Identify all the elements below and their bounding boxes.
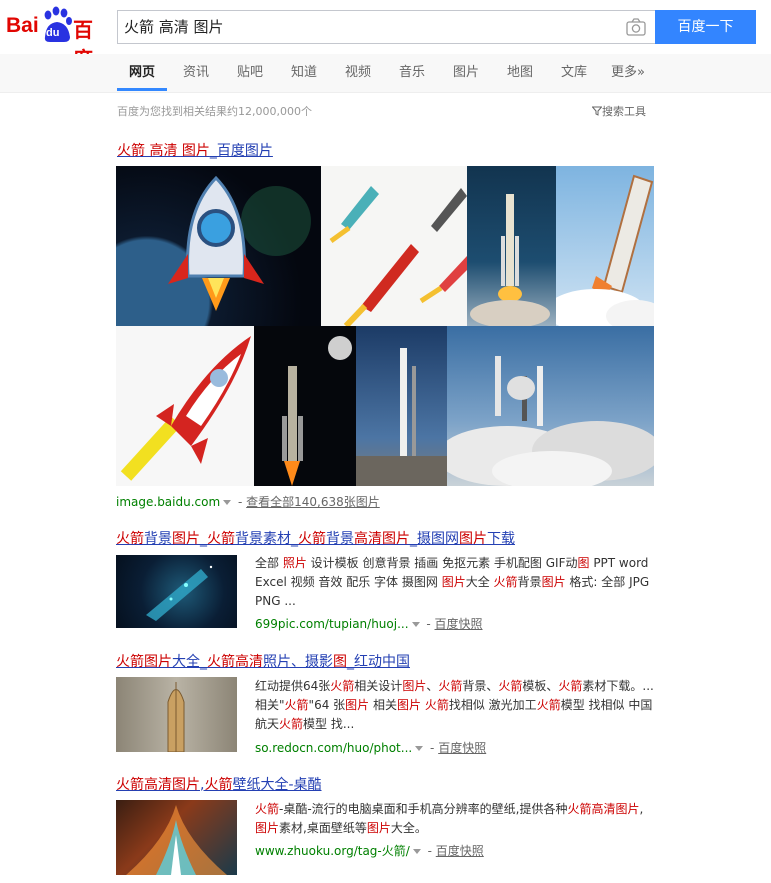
search-box	[117, 10, 655, 44]
result-url-line: 699pic.com/tupian/huoj... - 百度快照	[255, 617, 483, 631]
tab-wenku[interactable]: 文库	[561, 54, 587, 92]
result-url: 699pic.com/tupian/huoj...	[255, 617, 409, 631]
result-title[interactable]: 火箭图片大全_火箭高清照片、摄影图_红动中国	[116, 651, 410, 671]
search-tools[interactable]: 搜索工具	[591, 103, 646, 119]
result-snippet: 红动提供64张火箭相关设计图片、火箭背景、火箭模板、火箭素材下载。... 相关"…	[255, 679, 654, 731]
gallery-image[interactable]	[447, 326, 654, 486]
result-thumbnail[interactable]	[116, 800, 237, 875]
logo-du: du	[46, 27, 60, 39]
tab-web[interactable]: 网页	[129, 54, 155, 92]
rocket-icon	[168, 175, 311, 311]
rocket-icon	[356, 348, 447, 486]
gallery-image[interactable]	[356, 326, 447, 486]
image-source: image.baidu.com - 查看全部140,638张图片	[116, 495, 380, 509]
baidu-logo[interactable]: Bai du 百度	[6, 6, 108, 71]
rocket-icon	[447, 356, 654, 486]
gallery-image[interactable]	[116, 166, 321, 326]
tab-news[interactable]: 资讯	[183, 54, 209, 92]
tab-music[interactable]: 音乐	[399, 54, 425, 92]
view-all-images-link[interactable]: 查看全部140,638张图片	[246, 495, 380, 509]
result-url: www.zhuoku.org/tag-火箭/	[255, 844, 410, 858]
gallery-image[interactable]	[116, 326, 254, 486]
rocket-icon	[167, 682, 185, 752]
cache-link[interactable]: 百度快照	[436, 844, 484, 858]
search-button[interactable]: 百度一下	[655, 10, 756, 44]
logo-bai: Bai	[6, 14, 39, 37]
rocket-icon	[120, 336, 251, 481]
cache-link[interactable]: 百度快照	[435, 617, 483, 631]
active-tab-indicator	[117, 88, 167, 91]
rocket-icon	[470, 194, 550, 326]
dropdown-arrow-icon[interactable]	[415, 746, 424, 751]
rocket-icon	[282, 336, 352, 486]
rocket-icon	[126, 805, 227, 875]
paw-icon	[44, 6, 72, 42]
rocket-icon	[556, 174, 654, 326]
result-url: so.redocn.com/huo/phot...	[255, 741, 413, 755]
source-url: image.baidu.com	[116, 495, 221, 509]
result-snippet: 火箭-桌酷-流行的电脑桌面和手机高分辨率的壁纸,提供各种火箭高清图片,图片素材,…	[255, 802, 644, 835]
dropdown-arrow-icon[interactable]	[412, 849, 421, 854]
result-title[interactable]: 火箭高清图片,火箭壁纸大全-桌酷	[116, 774, 322, 794]
gallery-image[interactable]	[254, 326, 356, 486]
tab-video[interactable]: 视频	[345, 54, 371, 92]
gallery-image[interactable]	[467, 166, 556, 326]
rocket-icon	[329, 186, 467, 326]
header: Bai du 百度 百度一下	[0, 0, 771, 71]
tab-images[interactable]: 图片	[453, 54, 479, 92]
result-title[interactable]: 火箭背景图片_火箭背景素材_火箭背景高清图片_摄图网图片下载	[116, 528, 515, 548]
camera-icon[interactable]	[626, 18, 646, 36]
tab-tieba[interactable]: 贴吧	[237, 54, 263, 92]
tab-map[interactable]: 地图	[507, 54, 533, 92]
tab-more[interactable]: 更多»	[611, 54, 645, 92]
result-url-line: so.redocn.com/huo/phot... - 百度快照	[255, 741, 487, 755]
cache-link[interactable]: 百度快照	[438, 741, 486, 755]
result-thumbnail[interactable]	[116, 555, 237, 628]
filter-icon	[591, 106, 603, 116]
dropdown-arrow-icon[interactable]	[411, 622, 420, 627]
search-tools-label: 搜索工具	[602, 105, 646, 118]
gallery-image[interactable]	[321, 166, 467, 326]
result-url-line: www.zhuoku.org/tag-火箭/ - 百度快照	[255, 844, 484, 858]
search-input[interactable]	[124, 11, 604, 43]
result-snippet: 全部 照片 设计模板 创意背景 插画 免抠元素 手机配图 GIF动图 PPT w…	[255, 556, 650, 608]
title-rest: _百度图片	[209, 143, 273, 159]
title-highlight: 火箭 高清 图片	[117, 143, 210, 159]
result-title-images[interactable]: 火箭 高清 图片_百度图片	[117, 140, 273, 160]
tab-zhidao[interactable]: 知道	[291, 54, 317, 92]
nav-bar: 网页 资讯 贴吧 知道 视频 音乐 图片 地图 文库 更多»	[0, 54, 771, 93]
result-thumbnail[interactable]	[116, 677, 237, 752]
dropdown-arrow-icon[interactable]	[223, 500, 232, 505]
rocket-icon	[146, 565, 213, 621]
gallery-image[interactable]	[556, 166, 654, 326]
result-stats: 百度为您找到相关结果约12,000,000个	[117, 105, 312, 118]
